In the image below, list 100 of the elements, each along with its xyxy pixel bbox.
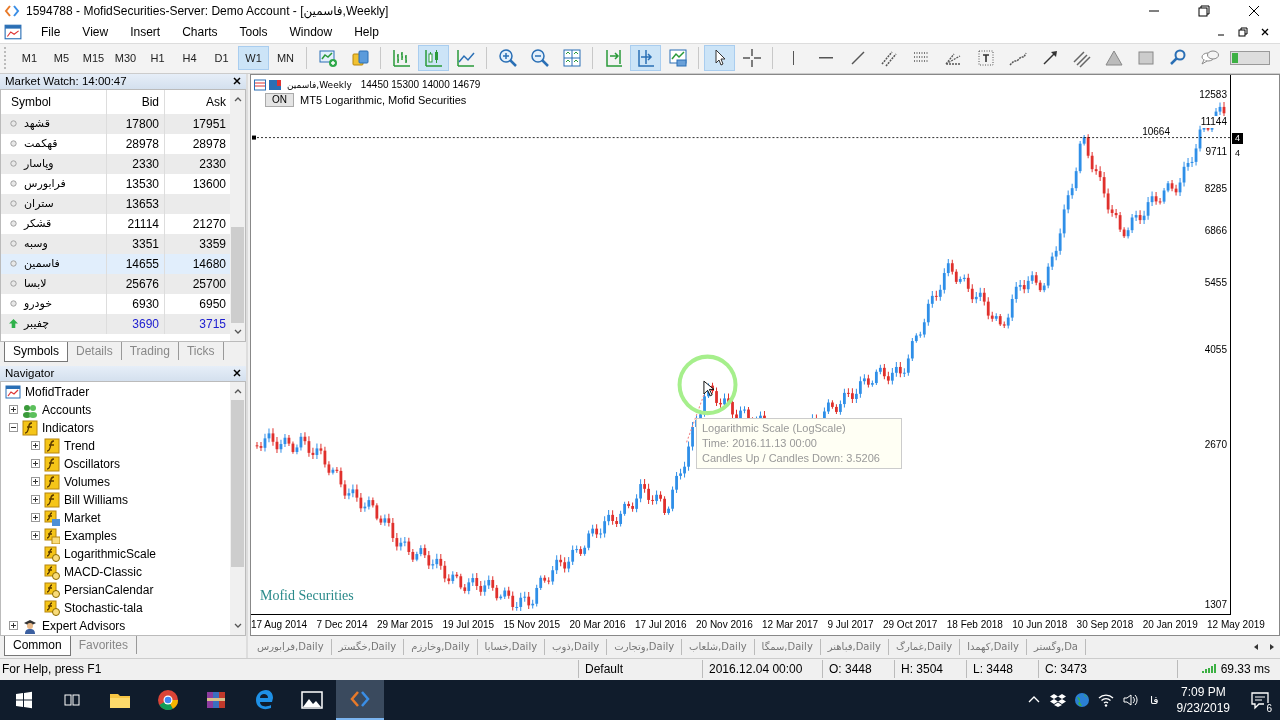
on-button[interactable]: ON: [265, 92, 294, 107]
timeframe-button[interactable]: MN: [270, 46, 301, 71]
tree-item[interactable]: Examples: [64, 528, 117, 543]
function-icon: [44, 437, 60, 454]
tree-item[interactable]: Accounts: [42, 402, 92, 417]
symbol-name: قهکمت: [24, 137, 58, 151]
date-label: 20 Nov 2016: [696, 619, 753, 631]
cursor-button[interactable]: [704, 45, 735, 72]
chart-tab[interactable]: شلعاب,Daily: [682, 638, 755, 655]
column-header[interactable]: Ask: [165, 89, 230, 114]
price-label: 8285: [1204, 182, 1227, 195]
tree-item[interactable]: Indicators: [42, 420, 95, 435]
menu-item[interactable]: Tools: [228, 24, 279, 39]
connection-meter-icon: [1230, 51, 1270, 66]
close-icon[interactable]: [233, 369, 241, 378]
browser-icon: [156, 688, 180, 712]
clock[interactable]: 7:09 PM 9/23/2019: [1176, 684, 1230, 716]
candlestick-button[interactable]: [418, 45, 449, 72]
bid-price: 14655: [125, 256, 159, 271]
autoscroll-button[interactable]: [630, 45, 661, 72]
tree-item[interactable]: Volumes: [64, 474, 111, 489]
chart-tab[interactable]: کهمدا,Daily: [960, 638, 1027, 655]
timeframe-button[interactable]: M30: [110, 46, 141, 71]
panel-tab[interactable]: Symbols: [4, 341, 68, 362]
wifi-icon[interactable]: [1098, 692, 1114, 708]
timeframe-button[interactable]: D1: [206, 46, 237, 71]
dropbox-icon[interactable]: [1050, 692, 1066, 708]
menu-item[interactable]: Charts: [171, 24, 229, 39]
status-dot-icon: [9, 239, 18, 249]
text-box-icon: [975, 48, 996, 69]
chart-tab[interactable]: ذوب,Daily: [545, 638, 608, 655]
timeframe-button[interactable]: M1: [14, 46, 45, 71]
scrollbar[interactable]: [230, 381, 245, 635]
expand-icon[interactable]: [31, 459, 40, 469]
clock-date: 9/23/2019: [1176, 700, 1230, 716]
expand-icon[interactable]: [31, 495, 40, 505]
notification-icon[interactable]: [1250, 690, 1270, 710]
photos-icon: [300, 688, 324, 712]
chart-tab[interactable]: وگستر,Da: [1026, 638, 1086, 655]
timeframe-button[interactable]: H4: [174, 46, 205, 71]
timeframe-button[interactable]: W1: [238, 46, 269, 71]
tree-item[interactable]: Oscillators: [64, 456, 120, 471]
restore-icon[interactable]: [1198, 4, 1210, 17]
collapse-icon[interactable]: [9, 423, 18, 433]
expand-icon[interactable]: [9, 405, 18, 415]
timeframe-button[interactable]: M5: [46, 46, 77, 71]
scroll-right-icon[interactable]: [1268, 642, 1276, 651]
chart-shift-icon: [603, 48, 624, 69]
chart-tab[interactable]: غمارگ,Daily: [888, 638, 961, 655]
menu-item[interactable]: Window: [278, 24, 344, 39]
tree-item[interactable]: Stochastic-tala: [64, 600, 143, 615]
scroll-thumb[interactable]: [231, 227, 244, 323]
bid-price: 17800: [125, 116, 159, 131]
close-icon[interactable]: [1248, 4, 1260, 17]
menu-item[interactable]: Help: [343, 24, 390, 39]
tree-item[interactable]: LogarithmicScale: [64, 546, 157, 561]
chart-tab[interactable]: فرابورس,Daily: [250, 638, 332, 655]
speaker-icon[interactable]: [1122, 692, 1138, 708]
tree-item[interactable]: MACD-Classic: [64, 564, 142, 579]
price-label: 6866: [1204, 224, 1227, 237]
chart-tab[interactable]: خسابا,Daily: [477, 638, 546, 655]
tree-item[interactable]: Expert Advisors: [42, 618, 126, 633]
close-icon[interactable]: [233, 77, 241, 86]
windows-logo-icon[interactable]: [14, 690, 34, 710]
date-label: 12 Mar 2017: [762, 619, 819, 631]
ask-price: 28978: [192, 136, 226, 151]
expand-icon[interactable]: [31, 477, 40, 487]
expand-icon[interactable]: [9, 621, 18, 631]
chart-tab[interactable]: خگستر,Daily: [331, 638, 405, 655]
expand-icon[interactable]: [31, 441, 40, 451]
tree-item[interactable]: MofidTrader: [25, 384, 90, 399]
tree-item[interactable]: PersianCalendar: [64, 582, 154, 597]
close-icon[interactable]: [1260, 26, 1270, 37]
expand-icon[interactable]: [31, 531, 40, 541]
menu-item[interactable]: File: [30, 24, 72, 39]
restore-icon[interactable]: [1238, 26, 1248, 37]
expand-icon[interactable]: [31, 513, 40, 523]
status-dot-icon: [9, 259, 18, 269]
tree-item[interactable]: Market: [64, 510, 101, 525]
scrollbar[interactable]: [230, 89, 245, 341]
chart-tab[interactable]: سمگا,Daily: [754, 638, 821, 655]
menu-item[interactable]: Insert: [119, 24, 172, 39]
column-header[interactable]: Bid: [107, 89, 165, 114]
timeframe-button[interactable]: M15: [78, 46, 109, 71]
panel-tab[interactable]: Common: [4, 635, 71, 656]
tree-item[interactable]: Bill Williams: [64, 492, 128, 507]
chart-tab[interactable]: وتجارت,Daily: [607, 638, 683, 655]
scroll-thumb[interactable]: [231, 399, 244, 567]
menu-item[interactable]: View: [71, 24, 120, 39]
function-icon: [44, 455, 60, 472]
column-header[interactable]: Symbol: [1, 89, 107, 114]
tree-item[interactable]: Trend: [64, 438, 95, 453]
globe-icon[interactable]: [1074, 692, 1090, 708]
chart-tab[interactable]: فباهنر,Daily: [820, 638, 889, 655]
symbol-name: ستران: [24, 197, 54, 211]
timeframe-button[interactable]: H1: [142, 46, 173, 71]
chart-tab[interactable]: وخارزم,Daily: [404, 638, 478, 655]
language-indicator[interactable]: فا: [1150, 693, 1159, 707]
terminal-icon: [5, 383, 21, 400]
scroll-left-icon[interactable]: [1252, 642, 1260, 651]
